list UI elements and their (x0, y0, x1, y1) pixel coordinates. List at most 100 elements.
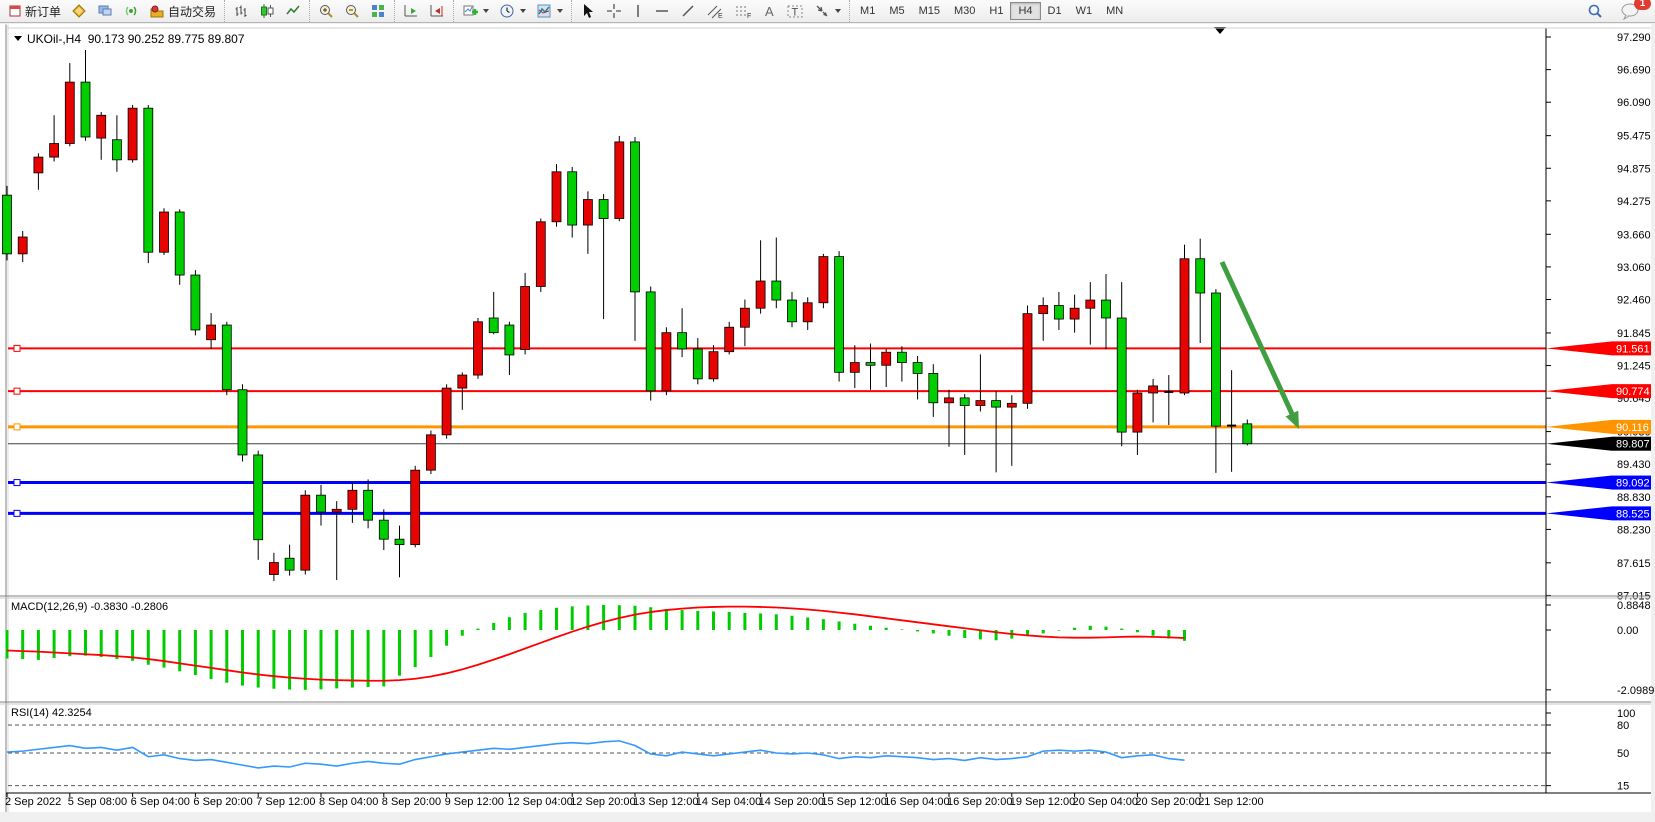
window-bottom-strip (0, 812, 1655, 822)
arrows-button[interactable] (809, 0, 846, 22)
line-handle[interactable] (14, 480, 20, 486)
chevron-down-icon (520, 9, 526, 13)
price-label-text: 89.092 (1616, 478, 1650, 490)
timeframe-h1-button[interactable]: H1 (982, 3, 1010, 19)
notifications-button[interactable]: 1 (1615, 0, 1645, 22)
price-label-text: 89.807 (1616, 439, 1650, 451)
line-handle[interactable] (14, 510, 20, 516)
price-axis-label: 92.460 (1617, 295, 1651, 307)
price-axis-label: 96.090 (1617, 97, 1651, 109)
timeframe-d1-button[interactable]: D1 (1041, 3, 1069, 19)
time-axis-label: 16 Sep 20:00 (947, 796, 1012, 808)
doji-body (1164, 391, 1173, 393)
text-icon: A (762, 3, 776, 19)
line-handle[interactable] (14, 345, 20, 351)
auto-scroll-icon (403, 3, 419, 19)
bar-chart-icon (233, 3, 249, 19)
fibonacci-button[interactable]: F (729, 0, 757, 22)
price-axis-label: 94.875 (1617, 163, 1651, 175)
tile-windows-button[interactable] (365, 0, 391, 22)
time-axis-label: 2 Sep 2022 (5, 796, 61, 808)
line-handle[interactable] (14, 388, 20, 394)
signals-button[interactable] (118, 0, 144, 22)
channel-button[interactable]: E (701, 0, 729, 22)
candle-body (552, 172, 561, 222)
indicators-button[interactable] (531, 0, 568, 22)
vertical-line-button[interactable] (627, 0, 649, 22)
candle-body (897, 352, 906, 362)
candle-body (866, 363, 875, 366)
timeframe-mn-button[interactable]: MN (1099, 3, 1130, 19)
candle-body (3, 195, 12, 254)
timeframe-m15-button[interactable]: M15 (912, 3, 947, 19)
candle-body (97, 115, 106, 138)
price-chart[interactable]: 97.29096.69096.09095.47594.87594.27593.6… (0, 0, 1655, 822)
candle-body (882, 352, 891, 365)
window-right-strip (1651, 24, 1655, 822)
candle-body (521, 286, 530, 349)
candlestick-chart-button[interactable] (254, 0, 280, 22)
search-icon (1586, 2, 1604, 20)
chevron-down-icon (557, 9, 563, 13)
candle-body (426, 435, 435, 470)
text-button[interactable]: A (757, 0, 781, 22)
zoom-out-button[interactable] (339, 0, 365, 22)
rsi-axis-label: 100 (1617, 708, 1635, 720)
crosshair-button[interactable] (601, 0, 627, 22)
svg-text:A: A (765, 4, 774, 19)
collapse-triangle-icon (14, 30, 22, 44)
candle-body (254, 455, 263, 540)
candle-body (929, 373, 938, 402)
candle-body (756, 281, 765, 308)
zoom-in-button[interactable] (313, 0, 339, 22)
macd-axis-label: -2.0989 (1617, 685, 1654, 697)
timeframe-m30-button[interactable]: M30 (947, 3, 982, 19)
gold-button[interactable] (66, 0, 92, 22)
candle-body (740, 308, 749, 327)
candle-body (269, 563, 278, 575)
toolbar-right-group: 1 (1581, 0, 1655, 22)
candle-body (976, 401, 985, 406)
candle-body (1211, 293, 1220, 426)
candle-body (301, 495, 310, 570)
notification-badge: 1 (1634, 0, 1651, 10)
candle-body (489, 318, 498, 333)
line-handle[interactable] (14, 424, 20, 430)
search-button[interactable] (1581, 0, 1609, 22)
timeframe-m5-button[interactable]: M5 (882, 3, 911, 19)
bar-chart-button[interactable] (228, 0, 254, 22)
terminal-button[interactable] (92, 0, 118, 22)
periods-button[interactable] (494, 0, 531, 22)
price-axis-label: 91.845 (1617, 328, 1651, 340)
time-axis-label: 12 Sep 04:00 (507, 796, 572, 808)
candle-body (505, 325, 514, 355)
auto-trading-button[interactable]: 自动交易 (144, 0, 221, 22)
time-axis-label: 12 Sep 20:00 (570, 796, 635, 808)
candle-body (788, 300, 797, 322)
timeframe-m1-button[interactable]: M1 (853, 3, 882, 19)
candle-body (411, 470, 420, 544)
text-label-button[interactable]: T (781, 0, 809, 22)
mt4-terminal-window: 新订单 自动交易 (0, 0, 1655, 822)
time-axis-label: 7 Sep 12:00 (256, 796, 315, 808)
chart-ohlc-values: 90.173 90.252 89.775 89.807 (88, 32, 245, 46)
chart-shift-button[interactable] (424, 0, 450, 22)
candle-body (913, 363, 922, 374)
new-order-button[interactable]: 新订单 (3, 0, 66, 22)
new-chart-button[interactable] (457, 0, 494, 22)
line-chart-button[interactable] (280, 0, 306, 22)
horizontal-line-button[interactable] (649, 0, 675, 22)
timeframe-w1-button[interactable]: W1 (1069, 3, 1100, 19)
zoom-out-icon (344, 3, 360, 19)
auto-scroll-button[interactable] (398, 0, 424, 22)
cursor-button[interactable] (575, 0, 601, 22)
trendline-button[interactable] (675, 0, 701, 22)
candle-body (693, 349, 702, 379)
candle-body (81, 82, 90, 137)
time-axis-label: 6 Sep 04:00 (131, 796, 190, 808)
candle-body (850, 363, 859, 373)
price-label-text: 90.774 (1616, 386, 1650, 398)
gold-icon (71, 3, 87, 19)
price-label-text: 88.525 (1616, 508, 1650, 520)
timeframe-h4-button[interactable]: H4 (1010, 2, 1040, 20)
